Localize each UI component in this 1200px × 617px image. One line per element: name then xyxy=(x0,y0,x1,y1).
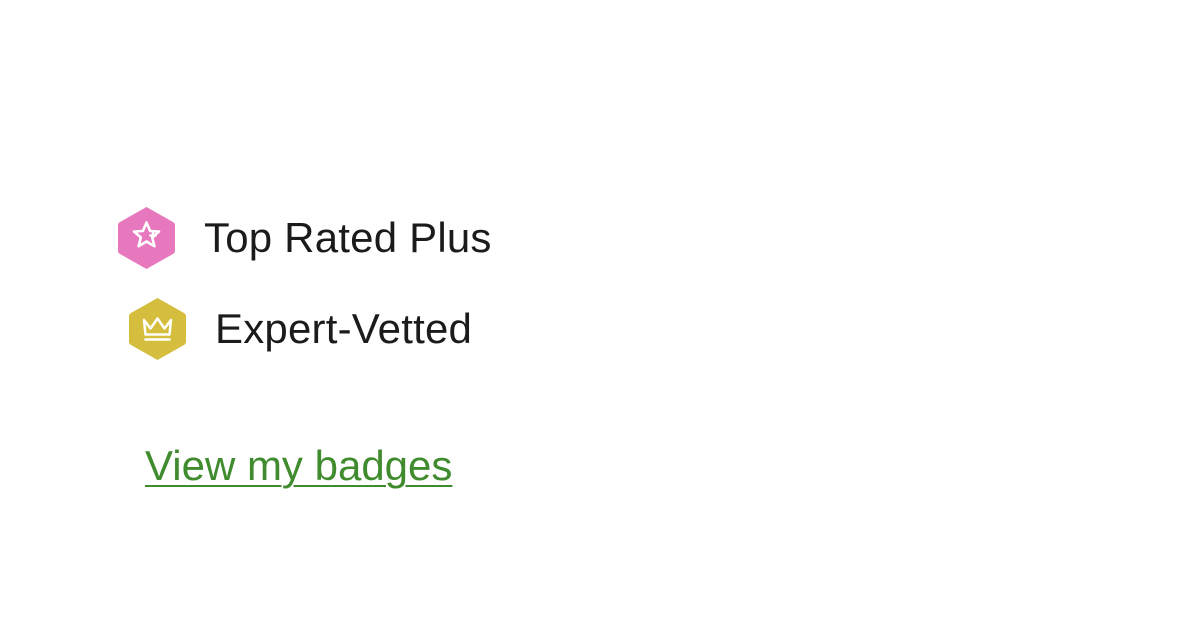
star-plus-icon xyxy=(118,207,175,269)
badge-list: Top Rated Plus Expert-Vetted xyxy=(0,0,1200,617)
crown-icon xyxy=(129,298,186,360)
badge-label: Top Rated Plus xyxy=(204,214,492,261)
badge-hexagon xyxy=(118,207,175,269)
view-badges-link[interactable]: View my badges xyxy=(145,442,452,489)
badge-expert-vetted: Expert-Vetted xyxy=(127,295,472,363)
badge-top-rated-plus: Top Rated Plus xyxy=(116,204,492,272)
badge-label: Expert-Vetted xyxy=(215,305,473,352)
badge-hexagon xyxy=(129,298,186,360)
